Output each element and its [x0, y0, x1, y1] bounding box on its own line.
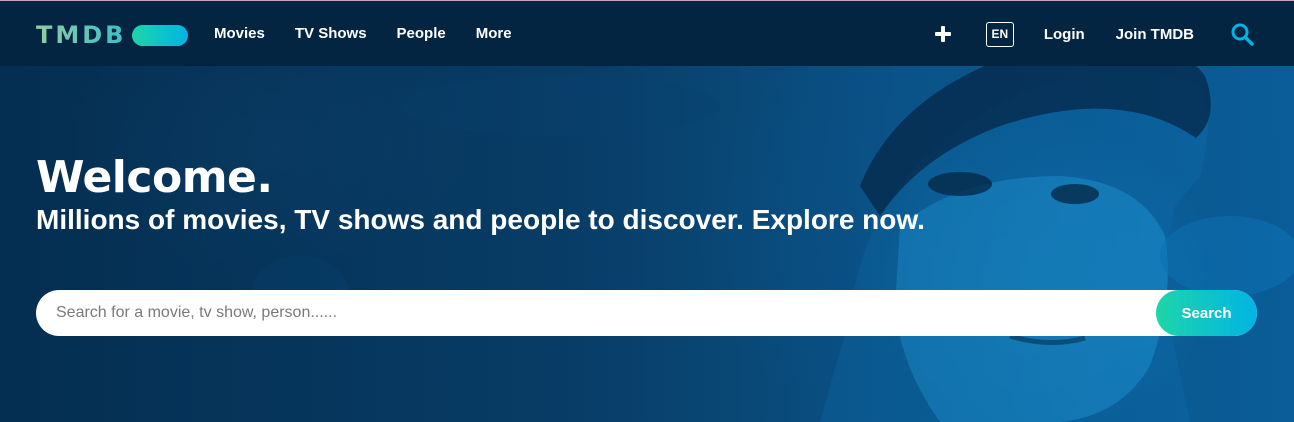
hero-title: Welcome. — [36, 152, 273, 203]
logo-text: TMDB — [36, 21, 127, 49]
hero-subtitle: Millions of movies, TV shows and people … — [36, 204, 925, 235]
login-link[interactable]: Login — [1044, 26, 1085, 43]
logo-pill-shape — [132, 24, 189, 46]
hero-search-input[interactable] — [36, 290, 1156, 336]
nav-movies[interactable]: Movies — [214, 23, 265, 45]
plus-icon[interactable] — [934, 25, 952, 43]
join-tmdb-link[interactable]: Join TMDB — [1116, 26, 1194, 43]
search-button[interactable]: Search — [1156, 290, 1257, 336]
search-icon[interactable] — [1230, 22, 1254, 46]
nav-right-group: EN Login Join TMDB — [934, 1, 1254, 67]
hero-search-form: Search — [36, 290, 1257, 336]
hero-overlay — [0, 66, 1294, 422]
nav-tv-shows[interactable]: TV Shows — [295, 23, 367, 45]
nav-more[interactable]: More — [476, 23, 512, 45]
nav-people[interactable]: People — [397, 23, 446, 45]
hero-banner: Welcome. Millions of movies, TV shows an… — [0, 66, 1294, 422]
tmdb-logo[interactable]: TMDB — [36, 21, 189, 49]
top-navigation-bar: TMDB Movies TV Shows People More EN Logi… — [0, 0, 1294, 66]
language-selector[interactable]: EN — [985, 21, 1014, 47]
main-nav: Movies TV Shows People More — [214, 23, 542, 45]
